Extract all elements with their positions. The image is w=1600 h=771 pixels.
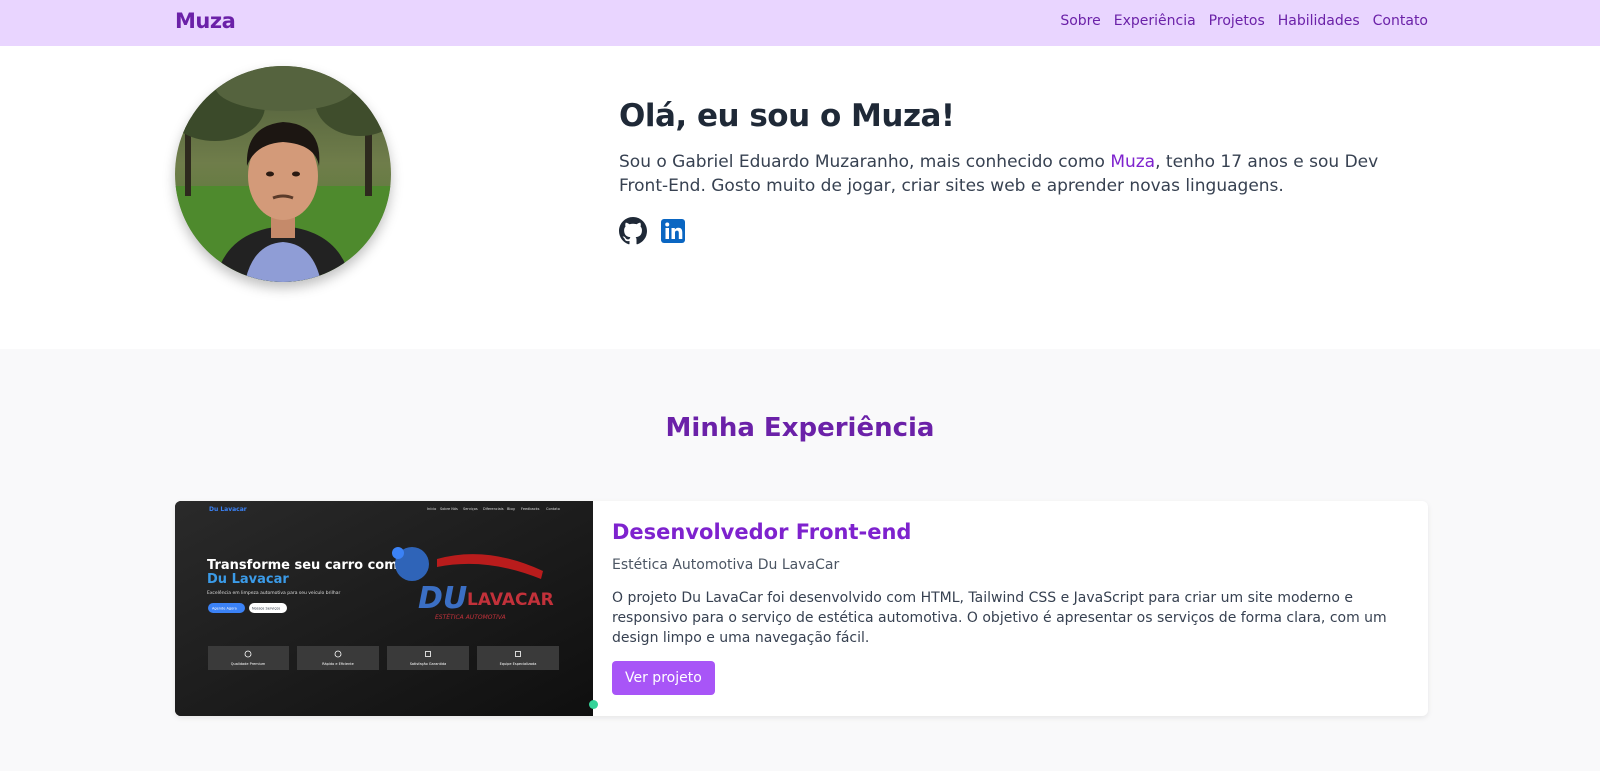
mini-headline-brand: Du Lavacar [207,572,289,587]
intro-highlight: Muza [1110,152,1156,172]
social-links [619,217,687,245]
nav-link-contato[interactable]: Contato [1373,13,1428,29]
mini-feature: Qualidade Premium [231,662,266,666]
mini-feature: Equipe Especializada [500,662,537,666]
mini-logo-lavacar: LAVACAR [467,590,554,610]
mini-feature: Satisfação Garantida [410,662,447,666]
mini-nav-link: Início [427,507,436,511]
mini-logo-sub: ESTÉTICA AUTOMOTIVA [435,613,506,621]
hero-intro: Sou o Gabriel Eduardo Muzaranho, mais co… [619,150,1429,198]
status-dot [589,700,598,709]
experience-card: Du Lavacar Início Sobre Nós Serviços Dif… [175,501,1428,716]
nav-link-sobre[interactable]: Sobre [1060,13,1100,29]
nav-links: Sobre Experiência Projetos Habilidades C… [1060,13,1428,29]
project-screenshot: Du Lavacar Início Sobre Nós Serviços Dif… [175,501,593,716]
experience-company: Estética Automotiva Du LavaCar [612,557,840,573]
experience-section: Minha Experiência Du Lavacar Início Sobr… [0,349,1600,771]
mini-feature: Rápido e Eficiente [322,662,354,666]
mini-tagline: Excelência em limpeza automotiva para se… [207,589,341,596]
github-icon[interactable] [619,217,647,245]
brand-logo[interactable]: Muza [175,9,236,33]
nav-link-habilidades[interactable]: Habilidades [1278,13,1360,29]
hero-title: Olá, eu sou o Muza! [619,98,955,134]
experience-role: Desenvolvedor Front-end [612,520,912,544]
mini-cta-primary: Agende Agora [212,607,237,611]
mini-nav-link: Blog [507,507,515,511]
mini-brand: Du Lavacar [209,506,247,513]
about-section: Olá, eu sou o Muza! Sou o Gabriel Eduard… [0,46,1600,349]
nav-link-experiencia[interactable]: Experiência [1114,13,1196,29]
mini-nav-link: Diferenciais [483,507,504,511]
nav-link-projetos[interactable]: Projetos [1209,13,1265,29]
section-title: Minha Experiência [665,413,935,443]
mini-nav-link: Feedbacks [521,507,540,511]
mini-headline: Transforme seu carro com [207,558,398,573]
mini-cta-secondary: Nossos Serviços [252,607,280,611]
view-project-button[interactable]: Ver projeto [612,661,715,695]
intro-text-start: Sou o Gabriel Eduardo Muzaranho, mais co… [619,152,1111,172]
mini-nav-link: Serviços [463,507,478,511]
linkedin-icon[interactable] [659,217,687,245]
mini-nav-link: Sobre Nós [440,507,458,511]
profile-photo [175,66,391,282]
mini-nav-link: Contato [546,507,560,511]
experience-description: O projeto Du LavaCar foi desenvolvido co… [612,590,1387,646]
navbar: Muza Sobre Experiência Projetos Habilida… [0,0,1600,46]
mini-logo-du: DU [418,581,467,616]
